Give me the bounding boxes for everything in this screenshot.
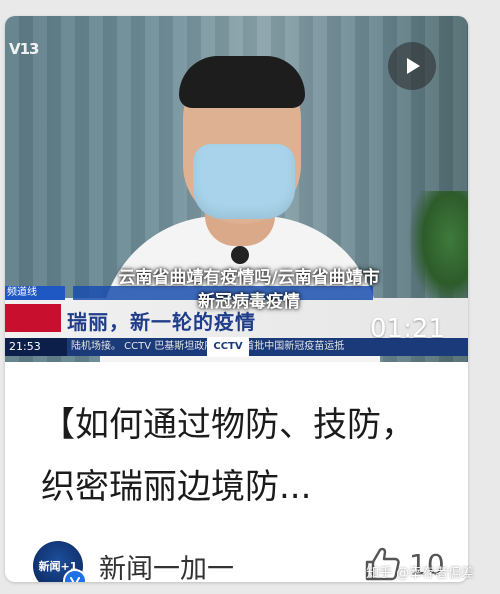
overlay-title: 云南省曲靖有疫情吗/云南省曲靖市 新冠病毒疫情	[71, 266, 427, 314]
account-row[interactable]: 新闻+1 新闻一加一	[33, 540, 234, 582]
play-icon	[407, 58, 420, 74]
play-button[interactable]	[388, 42, 436, 90]
presenter-hair	[179, 56, 305, 108]
side-tag: 频道线	[5, 286, 65, 300]
overlay-title-line1: 云南省曲靖有疫情吗/云南省曲靖市	[118, 268, 380, 288]
video-duration: 01:21	[370, 314, 445, 344]
overlay-title-line2: 新冠病毒疫情	[198, 292, 300, 312]
article-quote[interactable]: 【如何通过物防、技防，织密瑞丽边境防...	[41, 394, 441, 518]
channel-logo: V13	[9, 40, 39, 58]
verified-icon	[63, 569, 87, 582]
account-name[interactable]: 新闻一加一	[99, 547, 234, 583]
avatar[interactable]: 新闻+1	[33, 541, 87, 582]
video-thumbnail[interactable]: V13 频道线 瑞丽，新一轮的疫情 21:53 陆机场接。 CCTV 巴基斯坦政…	[5, 16, 468, 362]
side-tag-red	[5, 304, 61, 332]
ticker-time: 21:53	[5, 338, 67, 356]
source-watermark: 知乎 @幸存者偏差	[366, 566, 475, 581]
microphone	[231, 246, 249, 264]
face-mask	[193, 144, 295, 219]
cctv-badge: CCTV	[207, 337, 249, 357]
video-card[interactable]: V13 频道线 瑞丽，新一轮的疫情 21:53 陆机场接。 CCTV 巴基斯坦政…	[5, 16, 468, 582]
